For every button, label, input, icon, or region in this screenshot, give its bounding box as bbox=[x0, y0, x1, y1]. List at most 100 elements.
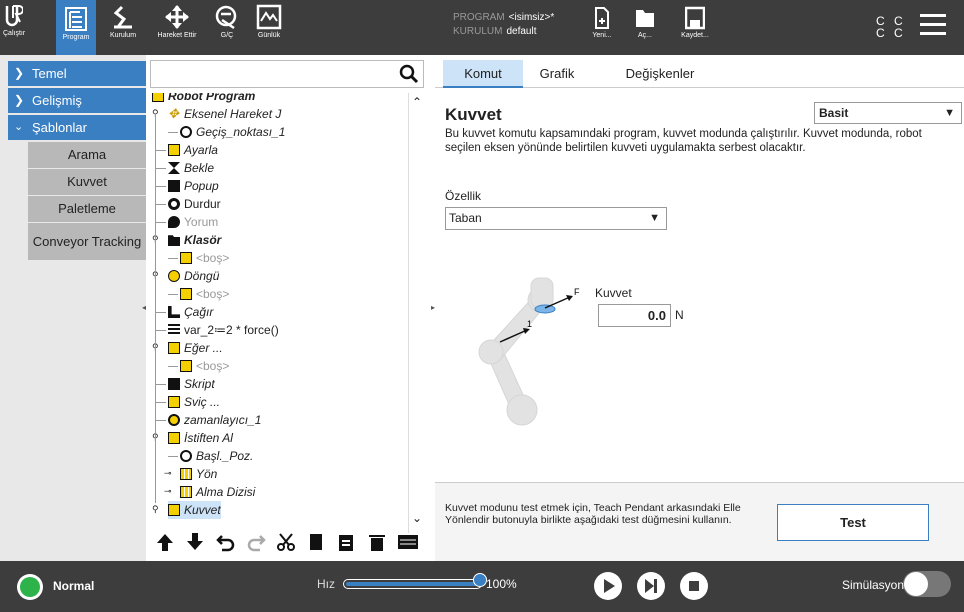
paste-icon[interactable] bbox=[336, 532, 356, 552]
chevron-right-icon: ❯ bbox=[14, 93, 25, 107]
tree-node[interactable]: İstiften Al bbox=[168, 429, 233, 447]
sidebar-category-basic[interactable]: ❯ Temel bbox=[8, 61, 146, 86]
tree-connector bbox=[156, 222, 166, 223]
tree-node[interactable]: Robot Program bbox=[152, 93, 255, 105]
delete-icon[interactable] bbox=[367, 532, 387, 552]
speed-value: 100% bbox=[486, 577, 517, 591]
tree-node[interactable]: Kuvvet bbox=[168, 501, 221, 519]
tree-node[interactable]: Geçiş_noktası_1 bbox=[180, 123, 285, 141]
tree-node[interactable]: Popup bbox=[168, 177, 219, 195]
tree-node[interactable]: Eğer ... bbox=[168, 339, 223, 357]
tree-node[interactable]: ✥ Eksenel Hareket J bbox=[168, 105, 281, 123]
undo-icon[interactable] bbox=[215, 532, 236, 552]
collapse-pin-icon[interactable]: ⚲ bbox=[152, 504, 159, 515]
tree-node[interactable]: Alma Dizisi bbox=[180, 483, 255, 501]
tab-command[interactable]: Komut bbox=[443, 60, 523, 88]
nav-program[interactable]: Program bbox=[56, 0, 96, 55]
status-text: Normal bbox=[53, 579, 95, 593]
category-label: Şablonlar bbox=[32, 120, 87, 135]
suppress-icon[interactable] bbox=[397, 532, 419, 552]
tree-node[interactable]: Sviç ... bbox=[168, 393, 220, 411]
sidebar-category-advanced[interactable]: ❯ Gelişmiş bbox=[8, 88, 146, 113]
tree-node[interactable]: var_2≔2 * force() bbox=[168, 321, 279, 339]
tree-node[interactable]: <boş> bbox=[180, 249, 229, 267]
tree-node-label: Döngü bbox=[184, 269, 220, 283]
copy-icon[interactable] bbox=[306, 532, 326, 552]
tree-connector bbox=[156, 384, 166, 385]
power-status-icon[interactable] bbox=[15, 572, 45, 602]
open-button[interactable]: Aç... bbox=[634, 6, 656, 39]
test-button[interactable]: Test bbox=[777, 504, 929, 541]
nav-label: Çalıştır bbox=[3, 30, 26, 37]
sidebar-item-conveyor-tracking[interactable]: Conveyor Tracking bbox=[28, 223, 146, 261]
tab-graphics[interactable]: Grafik bbox=[527, 60, 587, 88]
nav-log[interactable]: Günlük bbox=[254, 2, 284, 53]
tab-variables[interactable]: Değişkenler bbox=[605, 60, 715, 88]
play-icon[interactable] bbox=[593, 571, 623, 601]
move-down-icon[interactable] bbox=[185, 532, 205, 552]
sidebar-item-palletizing[interactable]: Paletleme bbox=[28, 196, 146, 223]
ur-logo-button[interactable]: Çalıştır bbox=[3, 2, 25, 53]
ur-logo-icon bbox=[5, 5, 23, 27]
tree-connector bbox=[168, 258, 178, 259]
tree-scrollbar[interactable]: ⌃ ⌄ bbox=[408, 93, 424, 533]
tree-node[interactable]: Yorum bbox=[168, 213, 218, 231]
tree-node-label: Robot Program bbox=[168, 93, 256, 103]
save-icon bbox=[685, 6, 705, 30]
new-button[interactable]: Yeni... bbox=[591, 6, 613, 39]
tree-node[interactable]: Durdur bbox=[168, 195, 221, 213]
robot-arm-diagram: F 1 bbox=[478, 277, 580, 426]
tree-node[interactable]: Klasör bbox=[168, 231, 221, 249]
tree-node[interactable]: Bekle bbox=[168, 159, 214, 177]
scroll-down-icon[interactable]: ⌄ bbox=[412, 511, 422, 525]
tree-node-label: Skript bbox=[184, 377, 215, 391]
tree-node[interactable]: Skript bbox=[168, 375, 215, 393]
step-icon[interactable] bbox=[636, 571, 666, 601]
move-up-icon[interactable] bbox=[155, 532, 175, 552]
timer-icon bbox=[168, 414, 180, 426]
speed-slider[interactable] bbox=[343, 579, 482, 589]
sidebar: ❯ Temel ❯ Gelişmiş ⌄ Şablonlar Arama Kuv… bbox=[0, 55, 146, 561]
simulation-toggle[interactable] bbox=[903, 571, 951, 597]
tree-connector bbox=[168, 132, 178, 133]
log-icon bbox=[256, 4, 282, 30]
dropdown-arrow-icon: ▼ bbox=[944, 107, 955, 119]
sidebar-item-force[interactable]: Kuvvet bbox=[28, 169, 146, 196]
save-button[interactable]: Kaydet... bbox=[680, 6, 710, 39]
tree-node-label: Klasör bbox=[184, 233, 222, 247]
nav-move[interactable]: Hareket Ettir bbox=[150, 2, 204, 53]
tree-node-label: Kuvvet bbox=[184, 503, 221, 517]
nav-io[interactable]: G/Ç bbox=[212, 2, 242, 53]
tree-node[interactable]: <boş> bbox=[180, 285, 229, 303]
tree-node-label: İstiften Al bbox=[184, 431, 233, 445]
tree-node[interactable]: zamanlayıcı_1 bbox=[168, 411, 261, 429]
program-label: PROGRAM bbox=[453, 12, 505, 23]
program-icon bbox=[152, 93, 164, 102]
search-icon[interactable] bbox=[399, 64, 419, 84]
cut-icon[interactable] bbox=[276, 532, 296, 552]
expand-icon[interactable]: ⊸ bbox=[164, 468, 172, 479]
description-text: Bu kuvvet komutu kapsamındaki program, k… bbox=[445, 128, 922, 154]
force-input[interactable]: 0.0 bbox=[598, 304, 671, 327]
speed-slider-handle[interactable] bbox=[473, 573, 487, 587]
tree-node[interactable]: <boş> bbox=[180, 357, 229, 375]
sidebar-category-templates[interactable]: ⌄ Şablonlar bbox=[8, 115, 146, 140]
tree-node[interactable]: Ayarla bbox=[168, 141, 218, 159]
hamburger-menu-icon[interactable] bbox=[920, 14, 946, 41]
redo-icon[interactable] bbox=[246, 532, 266, 552]
top-bar: Çalıştır Program Kurulum Hareket Ettir G… bbox=[0, 0, 964, 55]
mode-select[interactable]: Basit ▼ bbox=[814, 102, 962, 124]
search-input[interactable] bbox=[150, 60, 424, 88]
tree-node[interactable]: Döngü bbox=[168, 267, 219, 285]
expand-icon[interactable]: ⊸ bbox=[164, 486, 172, 497]
tree-node[interactable]: Yön bbox=[180, 465, 217, 483]
nav-label: Günlük bbox=[257, 32, 281, 39]
nav-installation[interactable]: Kurulum bbox=[103, 2, 143, 53]
feature-select[interactable]: Taban ▼ bbox=[445, 207, 667, 230]
script-icon bbox=[168, 378, 180, 390]
stop-icon[interactable] bbox=[679, 571, 709, 601]
tree-node[interactable]: Çağır bbox=[168, 303, 213, 321]
scroll-up-icon[interactable]: ⌃ bbox=[412, 95, 422, 109]
tree-node[interactable]: Başl._Poz. bbox=[180, 447, 253, 465]
sidebar-item-search[interactable]: Arama bbox=[28, 142, 146, 169]
